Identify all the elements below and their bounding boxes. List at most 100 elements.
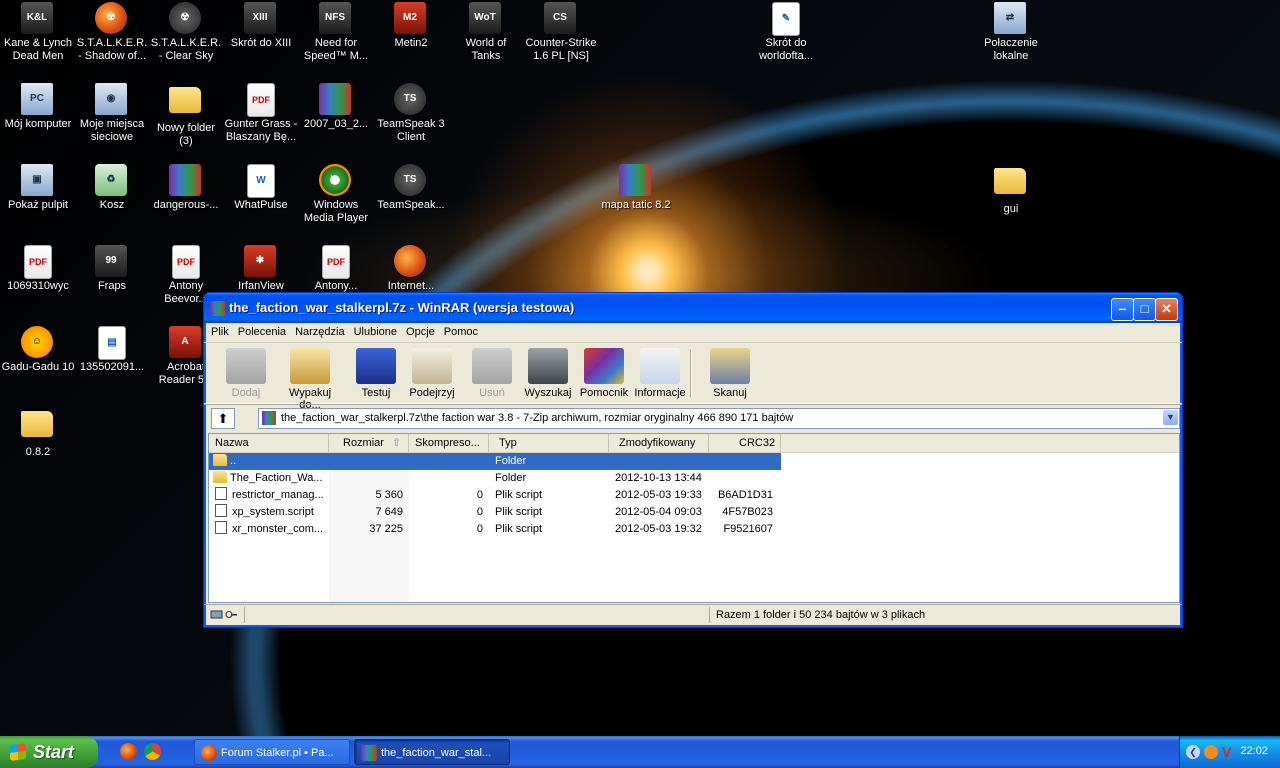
desktop-icon[interactable]: ▣ Pokaż pulpit: [0, 164, 76, 212]
desktop-icon[interactable]: PC Mój komputer: [0, 83, 76, 131]
desktop-icon[interactable]: ✎ Skrót do worldofta...: [748, 2, 824, 63]
column-modified[interactable]: Zmodyfikowany: [609, 434, 709, 452]
desktop-icon[interactable]: W WhatPulse: [223, 164, 299, 212]
toolbar-button-add[interactable]: Dodaj: [214, 345, 278, 399]
icon-glyph: ☺: [21, 326, 53, 358]
menu-ulubione[interactable]: Ulubione: [350, 323, 402, 338]
icon-glyph: ✱: [244, 245, 276, 277]
icon-glyph: XIII: [244, 2, 276, 34]
desktop-icon[interactable]: PDF Antony...: [298, 245, 374, 293]
row-modified: 2012-05-03 19:32: [615, 523, 702, 535]
desktop-icon[interactable]: ☢ S.T.A.L.K.E.R. - Clear Sky: [148, 2, 224, 63]
path-combobox[interactable]: the_faction_war_stalkerpl.7z\the faction…: [258, 408, 1180, 429]
desktop-icon[interactable]: NFS Need for Speed™ M...: [298, 2, 374, 63]
desktop-icon[interactable]: 0.8.2: [0, 407, 76, 459]
toolbar-button-extract[interactable]: Wypakuj do...: [278, 345, 342, 411]
toolbar-button-test[interactable]: Testuj: [344, 345, 408, 399]
tray-expand-icon[interactable]: ❮: [1186, 745, 1200, 759]
menu-plik[interactable]: Plik: [207, 323, 234, 338]
desktop-icon[interactable]: ▤ 135502091...: [74, 326, 150, 374]
desktop-icon-label: mapa tatic 8.2: [601, 199, 671, 211]
desktop-icon[interactable]: 99 Fraps: [74, 245, 150, 293]
icon-glyph: ♻: [95, 164, 127, 196]
up-folder-button[interactable]: ⬆: [211, 408, 235, 429]
toolbar-separator: [690, 349, 692, 397]
icon-glyph: [169, 87, 201, 113]
file-list[interactable]: Nazwa Rozmiar ⇧ Skompreso... Typ Zmodyfik…: [208, 433, 1180, 603]
desktop-icon[interactable]: Internet...: [373, 245, 449, 293]
toolbar-button-wizard[interactable]: Pomocnik: [572, 345, 636, 399]
close-button[interactable]: ✕: [1155, 298, 1178, 321]
desktop-icon[interactable]: CS Counter-Strike 1.6 PL [NS]: [523, 2, 599, 63]
drive-key-icon[interactable]: [210, 609, 238, 620]
recycle-bin-icon: ♻: [95, 164, 129, 196]
desktop-icon[interactable]: 2007_03_2...: [298, 83, 374, 131]
menu-opcje[interactable]: Opcje: [402, 323, 440, 338]
desktop-icon[interactable]: ◉ Moje miejsca sieciowe: [74, 83, 150, 144]
task-button-firefox[interactable]: Forum Stalker.pl • Pa...: [194, 739, 350, 765]
kane-lynch-icon: K&L: [21, 2, 55, 34]
desktop-icon-label: Pokaż pulpit: [8, 199, 68, 211]
column-name[interactable]: Nazwa: [209, 434, 329, 452]
row-name-cell: xr_monster_com...: [213, 521, 323, 538]
minimize-button[interactable]: ‒: [1111, 298, 1134, 321]
desktop-icon[interactable]: gui: [973, 164, 1049, 216]
stalker-cs-icon: ☢: [169, 2, 203, 34]
winrar-window[interactable]: the_faction_war_stalkerpl.7z - WinRAR (w…: [203, 292, 1183, 628]
table-row[interactable]: xr_monster_com... 37 225 0 Plik script 2012-…: [209, 521, 1179, 538]
desktop-icon[interactable]: ☢ S.T.A.L.K.E.R. - Shadow of...: [74, 2, 150, 63]
clock[interactable]: 22:02: [1240, 745, 1268, 757]
column-crc[interactable]: CRC32: [709, 434, 781, 452]
desktop-icon[interactable]: M2 Metin2: [373, 2, 449, 50]
desktop-icon[interactable]: mapa tatic 8.2: [598, 164, 674, 212]
desktop-icon-label: Metin2: [394, 37, 428, 49]
table-row[interactable]: The_Faction_Wa... Folder 2012-10-13 13:44: [209, 470, 1179, 487]
chevron-down-icon[interactable]: ▼: [1163, 410, 1178, 425]
tray-app-icon[interactable]: [1204, 745, 1218, 759]
desktop-icon[interactable]: TS TeamSpeak 3 Client: [373, 83, 449, 144]
acrobat-icon: A: [169, 326, 203, 358]
start-button[interactable]: Start: [0, 736, 98, 768]
quicklaunch-chrome-icon[interactable]: [144, 743, 161, 760]
menu-narzedzia[interactable]: Narzędzia: [291, 323, 350, 338]
quicklaunch-firefox-icon[interactable]: [120, 743, 137, 760]
tray-antivirus-icon[interactable]: V: [1222, 744, 1236, 760]
toolbar-button-info[interactable]: Informacje: [628, 345, 692, 399]
desktop-icon[interactable]: ▶ Windows Media Player: [298, 164, 374, 225]
maximize-button[interactable]: □: [1133, 298, 1156, 321]
desktop-icon[interactable]: PDF Gunter Grass - Blaszany Bę...: [223, 83, 299, 144]
desktop-icon[interactable]: ♻ Kosz: [74, 164, 150, 212]
desktop-icon[interactable]: K&L Kane & Lynch Dead Men: [0, 2, 76, 63]
desktop-icon[interactable]: ⇄ Połaczenie lokalne: [973, 2, 1049, 63]
desktop-icon[interactable]: ☺ Gadu-Gadu 10: [0, 326, 76, 374]
toolbar-button-find[interactable]: Wyszukaj: [516, 345, 580, 399]
desktop-icon[interactable]: dangerous-...: [148, 164, 224, 212]
media-player-icon: ▶: [319, 164, 353, 196]
toolbar-button-view[interactable]: Podejrzyj: [400, 345, 464, 399]
desktop-icon-label: Counter-Strike 1.6 PL [NS]: [525, 37, 597, 62]
column-packed[interactable]: Skompreso...: [409, 434, 489, 452]
column-size[interactable]: Rozmiar ⇧: [329, 434, 409, 452]
desktop-icon[interactable]: ✱ IrfanView: [223, 245, 299, 293]
desktop-icon[interactable]: Nowy folder (3): [148, 83, 224, 148]
table-row[interactable]: xp_system.script 7 649 0 Plik script 2012-05…: [209, 504, 1179, 521]
desktop-icon[interactable]: TS TeamSpeak...: [373, 164, 449, 212]
menu-pomoc[interactable]: Pomoc: [440, 323, 483, 338]
row-crc: F9521607: [723, 523, 773, 535]
column-type[interactable]: Typ: [489, 434, 609, 452]
row-type: Plik script: [495, 506, 543, 518]
menu-polecenia[interactable]: Polecenia: [234, 323, 291, 338]
desktop-icon[interactable]: PDF 1069310wyc: [0, 245, 76, 293]
table-row[interactable]: .. Folder: [209, 453, 781, 470]
table-row[interactable]: restrictor_manag... 5 360 0 Plik script 2012…: [209, 487, 1179, 504]
desktop-icon[interactable]: WoT World of Tanks: [448, 2, 524, 63]
list-header: Nazwa Rozmiar ⇧ Skompreso... Typ Zmodyfik…: [209, 434, 1179, 453]
title-bar[interactable]: the_faction_war_stalkerpl.7z - WinRAR (w…: [204, 293, 1182, 323]
toolbar-button-scan[interactable]: Skanuj: [698, 345, 762, 399]
desktop[interactable]: K&L Kane & Lynch Dead Men ☢ S.T.A.L.K.E.R. …: [0, 0, 1280, 736]
toolbar-button-delete[interactable]: Usuń: [460, 345, 524, 399]
desktop-icon-label: Skrót do worldofta...: [759, 37, 813, 62]
desktop-icon[interactable]: XIII Skrót do XIII: [223, 2, 299, 50]
task-button-winrar[interactable]: the_faction_war_stal...: [354, 739, 510, 765]
desktop-icon-label: Moje miejsca sieciowe: [79, 118, 145, 143]
